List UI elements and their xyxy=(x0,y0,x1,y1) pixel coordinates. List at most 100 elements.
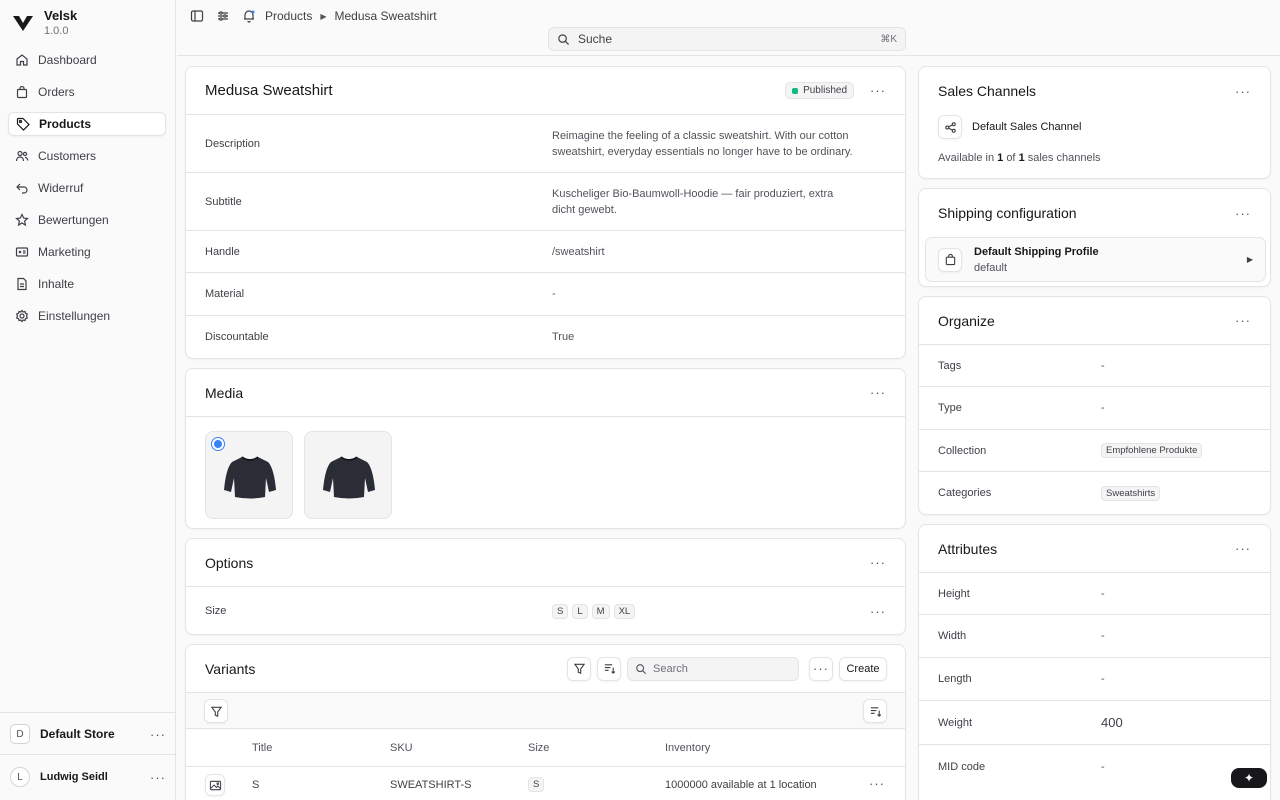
variants-title: Variants xyxy=(205,660,256,677)
sales-channel-name: Default Sales Channel xyxy=(972,121,1082,133)
sidebar-item-dashboard[interactable]: Dashboard xyxy=(8,48,166,72)
variants-search-placeholder: Search xyxy=(653,662,688,675)
shipping-title: Shipping configuration xyxy=(938,205,1077,221)
option-row: Size S L M XL ··· xyxy=(186,587,905,634)
shipping-profile-icon-box xyxy=(938,247,962,272)
column-header-title[interactable]: Title xyxy=(252,742,272,754)
media-menu-icon[interactable]: ··· xyxy=(870,385,886,400)
options-menu-icon[interactable]: ··· xyxy=(870,555,886,570)
sales-channels-menu-icon[interactable]: ··· xyxy=(1235,84,1251,99)
assistant-sparkle-button[interactable]: ✦ xyxy=(1231,768,1267,788)
sidebar-item-label: Products xyxy=(39,117,92,131)
media-thumbnail[interactable] xyxy=(205,431,293,519)
sales-channel-item: Default Sales Channel xyxy=(938,115,1081,139)
field-value: Kuscheliger Bio-Baumwoll-Hoodie — fair p… xyxy=(552,187,834,216)
attribute-label: Width xyxy=(938,630,967,642)
option-value-chip: L xyxy=(572,603,588,619)
sidebar-item-label: Inhalte xyxy=(38,277,75,291)
field-value: /sweatshirt xyxy=(552,245,605,258)
shipping-profile-item[interactable]: Default Shipping Profile default ▶ xyxy=(925,237,1266,282)
variant-row-menu-icon[interactable]: ··· xyxy=(869,776,885,791)
organize-header: Organize ··· xyxy=(919,297,1270,345)
attribute-label: Weight xyxy=(938,716,973,729)
variants-card: Variants Search ··· Create Title SKU Siz… xyxy=(185,644,906,800)
sidebar-item-einstellungen[interactable]: Einstellungen xyxy=(8,304,166,328)
bell-icon[interactable] xyxy=(242,9,256,23)
user-menu-icon[interactable]: ··· xyxy=(150,771,166,784)
organize-row: Tags - xyxy=(919,345,1270,387)
media-thumbnail[interactable] xyxy=(304,431,392,519)
table-filter-button[interactable] xyxy=(204,699,228,723)
table-sort-button[interactable] xyxy=(863,699,887,723)
organize-card: Organize ··· Tags - Type - Collection Empfo… xyxy=(918,296,1271,515)
sliders-icon[interactable] xyxy=(216,9,230,23)
attributes-menu-icon[interactable]: ··· xyxy=(1235,541,1251,556)
field-value: Reimagine the feeling of a classic sweat… xyxy=(552,129,853,158)
chevron-right-icon: ▶ xyxy=(1246,255,1253,264)
availability-prefix: Available in xyxy=(938,152,995,164)
sidebar-toggle-icon[interactable] xyxy=(190,9,204,23)
sidebar-item-products[interactable]: Products xyxy=(8,112,166,136)
search-shortcut: ⌘K xyxy=(880,33,897,45)
availability-total: 1 xyxy=(1018,152,1025,164)
create-variant-button[interactable]: Create xyxy=(839,656,887,681)
sweatshirt-image xyxy=(323,456,375,499)
store-switcher[interactable]: D Default Store ··· xyxy=(10,722,166,746)
options-card: Options ··· Size S L M XL ··· xyxy=(185,538,906,635)
sidebar-item-marketing[interactable]: Marketing xyxy=(8,240,166,264)
option-value-chip: M xyxy=(591,603,610,619)
user-menu[interactable]: L Ludwig Seidl ··· xyxy=(10,765,166,789)
field-value: True xyxy=(552,331,575,343)
sidebar-item-bewertungen[interactable]: Bewertungen xyxy=(8,208,166,232)
sidebar-item-orders[interactable]: Orders xyxy=(8,80,166,104)
category-chip[interactable]: Sweatshirts xyxy=(1101,485,1161,501)
organize-title: Organize xyxy=(938,312,995,329)
table-row[interactable]: S SWEATSHIRT-S S 1000000 available at 1 … xyxy=(186,767,905,800)
organize-label: Tags xyxy=(938,359,962,372)
sales-channels-title: Sales Channels xyxy=(938,83,1037,99)
organize-label: Type xyxy=(938,402,962,414)
option-value-chip: S xyxy=(552,603,569,619)
organize-row: Type - xyxy=(919,387,1270,430)
availability-of: of xyxy=(1006,152,1016,164)
column-header-size[interactable]: Size xyxy=(528,742,549,754)
product-header: Medusa Sweatshirt Published ··· xyxy=(186,67,905,115)
column-header-inventory[interactable]: Inventory xyxy=(665,742,710,754)
filter-button[interactable] xyxy=(567,656,591,681)
product-menu-icon[interactable]: ··· xyxy=(870,83,886,98)
channel-icon-box xyxy=(938,115,962,139)
search-icon xyxy=(558,33,570,45)
sidebar-item-label: Einstellungen xyxy=(38,309,111,323)
chevron-right-icon: ▶ xyxy=(320,11,327,21)
sparkle-icon: ✦ xyxy=(1243,771,1255,785)
sidebar-item-customers[interactable]: Customers xyxy=(8,144,166,168)
sidebar-divider xyxy=(0,712,176,713)
thumbnail-primary-icon xyxy=(212,438,224,450)
option-row-menu-icon[interactable]: ··· xyxy=(870,604,886,619)
attribute-value: 400 xyxy=(1101,714,1123,730)
star-icon xyxy=(15,213,29,227)
organize-menu-icon[interactable]: ··· xyxy=(1235,313,1251,328)
variants-search-input[interactable]: Search xyxy=(627,656,799,681)
variant-inventory: 1000000 available at 1 location xyxy=(665,779,817,791)
sidebar-item-inhalte[interactable]: Inhalte xyxy=(8,272,166,296)
breadcrumb-current: Medusa Sweatshirt xyxy=(334,9,437,23)
field-row: Subtitle Kuscheliger Bio-Baumwoll-Hoodie… xyxy=(186,173,905,231)
collection-chip[interactable]: Empfohlene Produkte xyxy=(1101,443,1203,458)
sort-button[interactable] xyxy=(597,656,621,681)
sidebar-item-widerruf[interactable]: Widerruf xyxy=(8,176,166,200)
variant-sku: SWEATSHIRT-S xyxy=(390,779,472,791)
global-search[interactable]: Suche ⌘K xyxy=(548,27,906,51)
topbar: Products ▶ Medusa Sweatshirt Suche ⌘K xyxy=(177,0,1280,56)
media-card: Media ··· xyxy=(185,368,906,529)
variants-more-button[interactable]: ··· xyxy=(809,656,833,681)
media-header: Media ··· xyxy=(186,369,905,417)
shipping-menu-icon[interactable]: ··· xyxy=(1235,206,1251,221)
brand[interactable]: Velsk 1.0.0 xyxy=(12,8,77,38)
attributes-header: Attributes ··· xyxy=(919,525,1270,573)
store-menu-icon[interactable]: ··· xyxy=(150,728,166,741)
column-header-sku[interactable]: SKU xyxy=(390,742,413,754)
breadcrumb-products[interactable]: Products xyxy=(265,9,312,23)
shopping-bag-icon xyxy=(945,253,955,266)
image-placeholder-icon xyxy=(209,780,221,790)
